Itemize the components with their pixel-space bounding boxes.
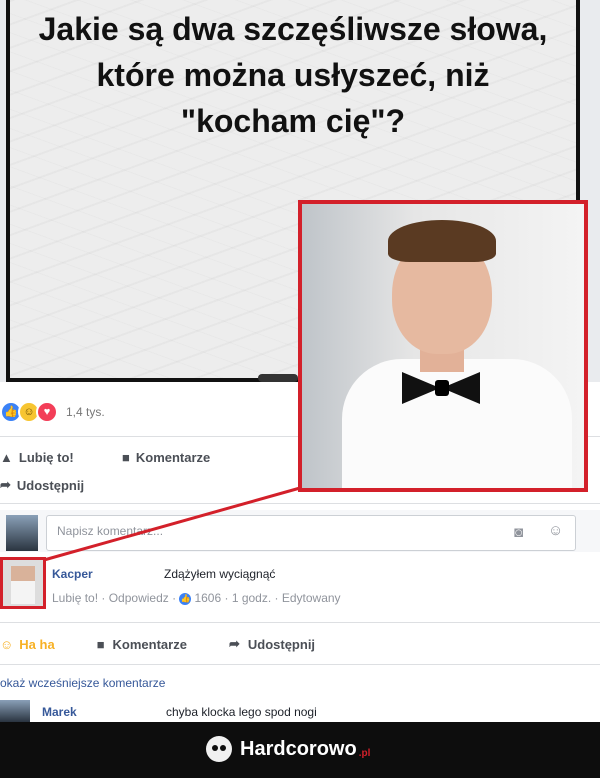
avatar-thumbnail [11,566,35,604]
love-reaction-icon: ♥ [36,401,58,423]
brand-logo[interactable]: Hardcorowo .pl [206,736,370,762]
share-icon: ➦ [0,477,11,492]
avatar[interactable] [0,700,30,722]
comment-text: Zdążyłem wyciągnąć [164,567,276,581]
reaction-count: 1,4 tys. [66,405,105,419]
bow-tie-knot [435,380,449,396]
comment-reply-link[interactable]: Odpowiedz [109,591,169,605]
comment-author[interactable]: Kacper [52,567,93,581]
thumbs-up-icon: ▲ [0,450,13,465]
avatar[interactable] [6,515,38,551]
haha-button[interactable]: Ha ha [19,637,54,652]
share-button[interactable]: ➦ Udostępnij [0,477,84,493]
meme-question: Jakie są dwa szczęśliwsze słowa, które m… [38,11,548,139]
comment-input[interactable]: Napisz komentarz... [46,515,576,551]
avatar-highlight [0,557,46,609]
like-label: Lubię to! [18,450,74,465]
like-button[interactable]: ▲ Lubię to! [0,450,74,465]
comment-icon: ■ [122,450,130,465]
comment-meta: Lubię to! · Odpowiedz · 👍 1606 · 1 godz. … [52,591,341,605]
comment-author-name[interactable]: Kacper [52,567,93,581]
comment-text: chyba klocka lego spod nogi [166,705,317,719]
brand-name: Hardcorowo [240,737,357,760]
reaction-summary[interactable]: 👍 ☺ ♥ 1,4 tys. [0,401,105,423]
comment-reaction-count[interactable]: 1606 [194,591,221,605]
comment-text-container: chyba klocka lego spod nogi [166,705,317,719]
slider-handle [258,374,298,382]
divider [0,664,600,665]
camera-icon[interactable]: ◙ [514,524,523,541]
comment-time[interactable]: 1 godz. [232,591,271,605]
like-badge-icon: 👍 [179,592,192,605]
brand-suffix: .pl [358,748,371,759]
emoji-icon[interactable]: ☺ [548,522,563,539]
skull-icon [206,736,232,762]
share-button-bottom[interactable]: Udostępnij [248,637,315,652]
comment-label: Komentarze [135,450,211,465]
share-icon: ➦ [228,636,240,651]
comment-author[interactable]: Marek [42,705,77,719]
hair [388,220,496,262]
comment-button[interactable]: ■ Komentarze [122,450,210,465]
comment-like-link[interactable]: Lubię to! [52,591,98,605]
comment-icon: ■ [96,636,105,652]
comment-author-name[interactable]: Marek [42,705,77,719]
haha-icon: ☺ [0,636,14,652]
post-actions-bottom: ☺ Ha ha ■ Komentarze ➦ Udostępnij [0,630,600,658]
divider [0,622,600,623]
divider [0,503,600,504]
comment-text-container: Zdążyłem wyciągnąć [164,567,275,581]
comment-edited: Edytowany [281,591,341,605]
comments-button[interactable]: Komentarze [113,637,187,652]
share-label: Udostępnij [16,477,85,493]
show-earlier-comments-link[interactable]: okaż wcześniejsze komentarze [0,676,165,690]
photo-highlight [298,200,588,492]
